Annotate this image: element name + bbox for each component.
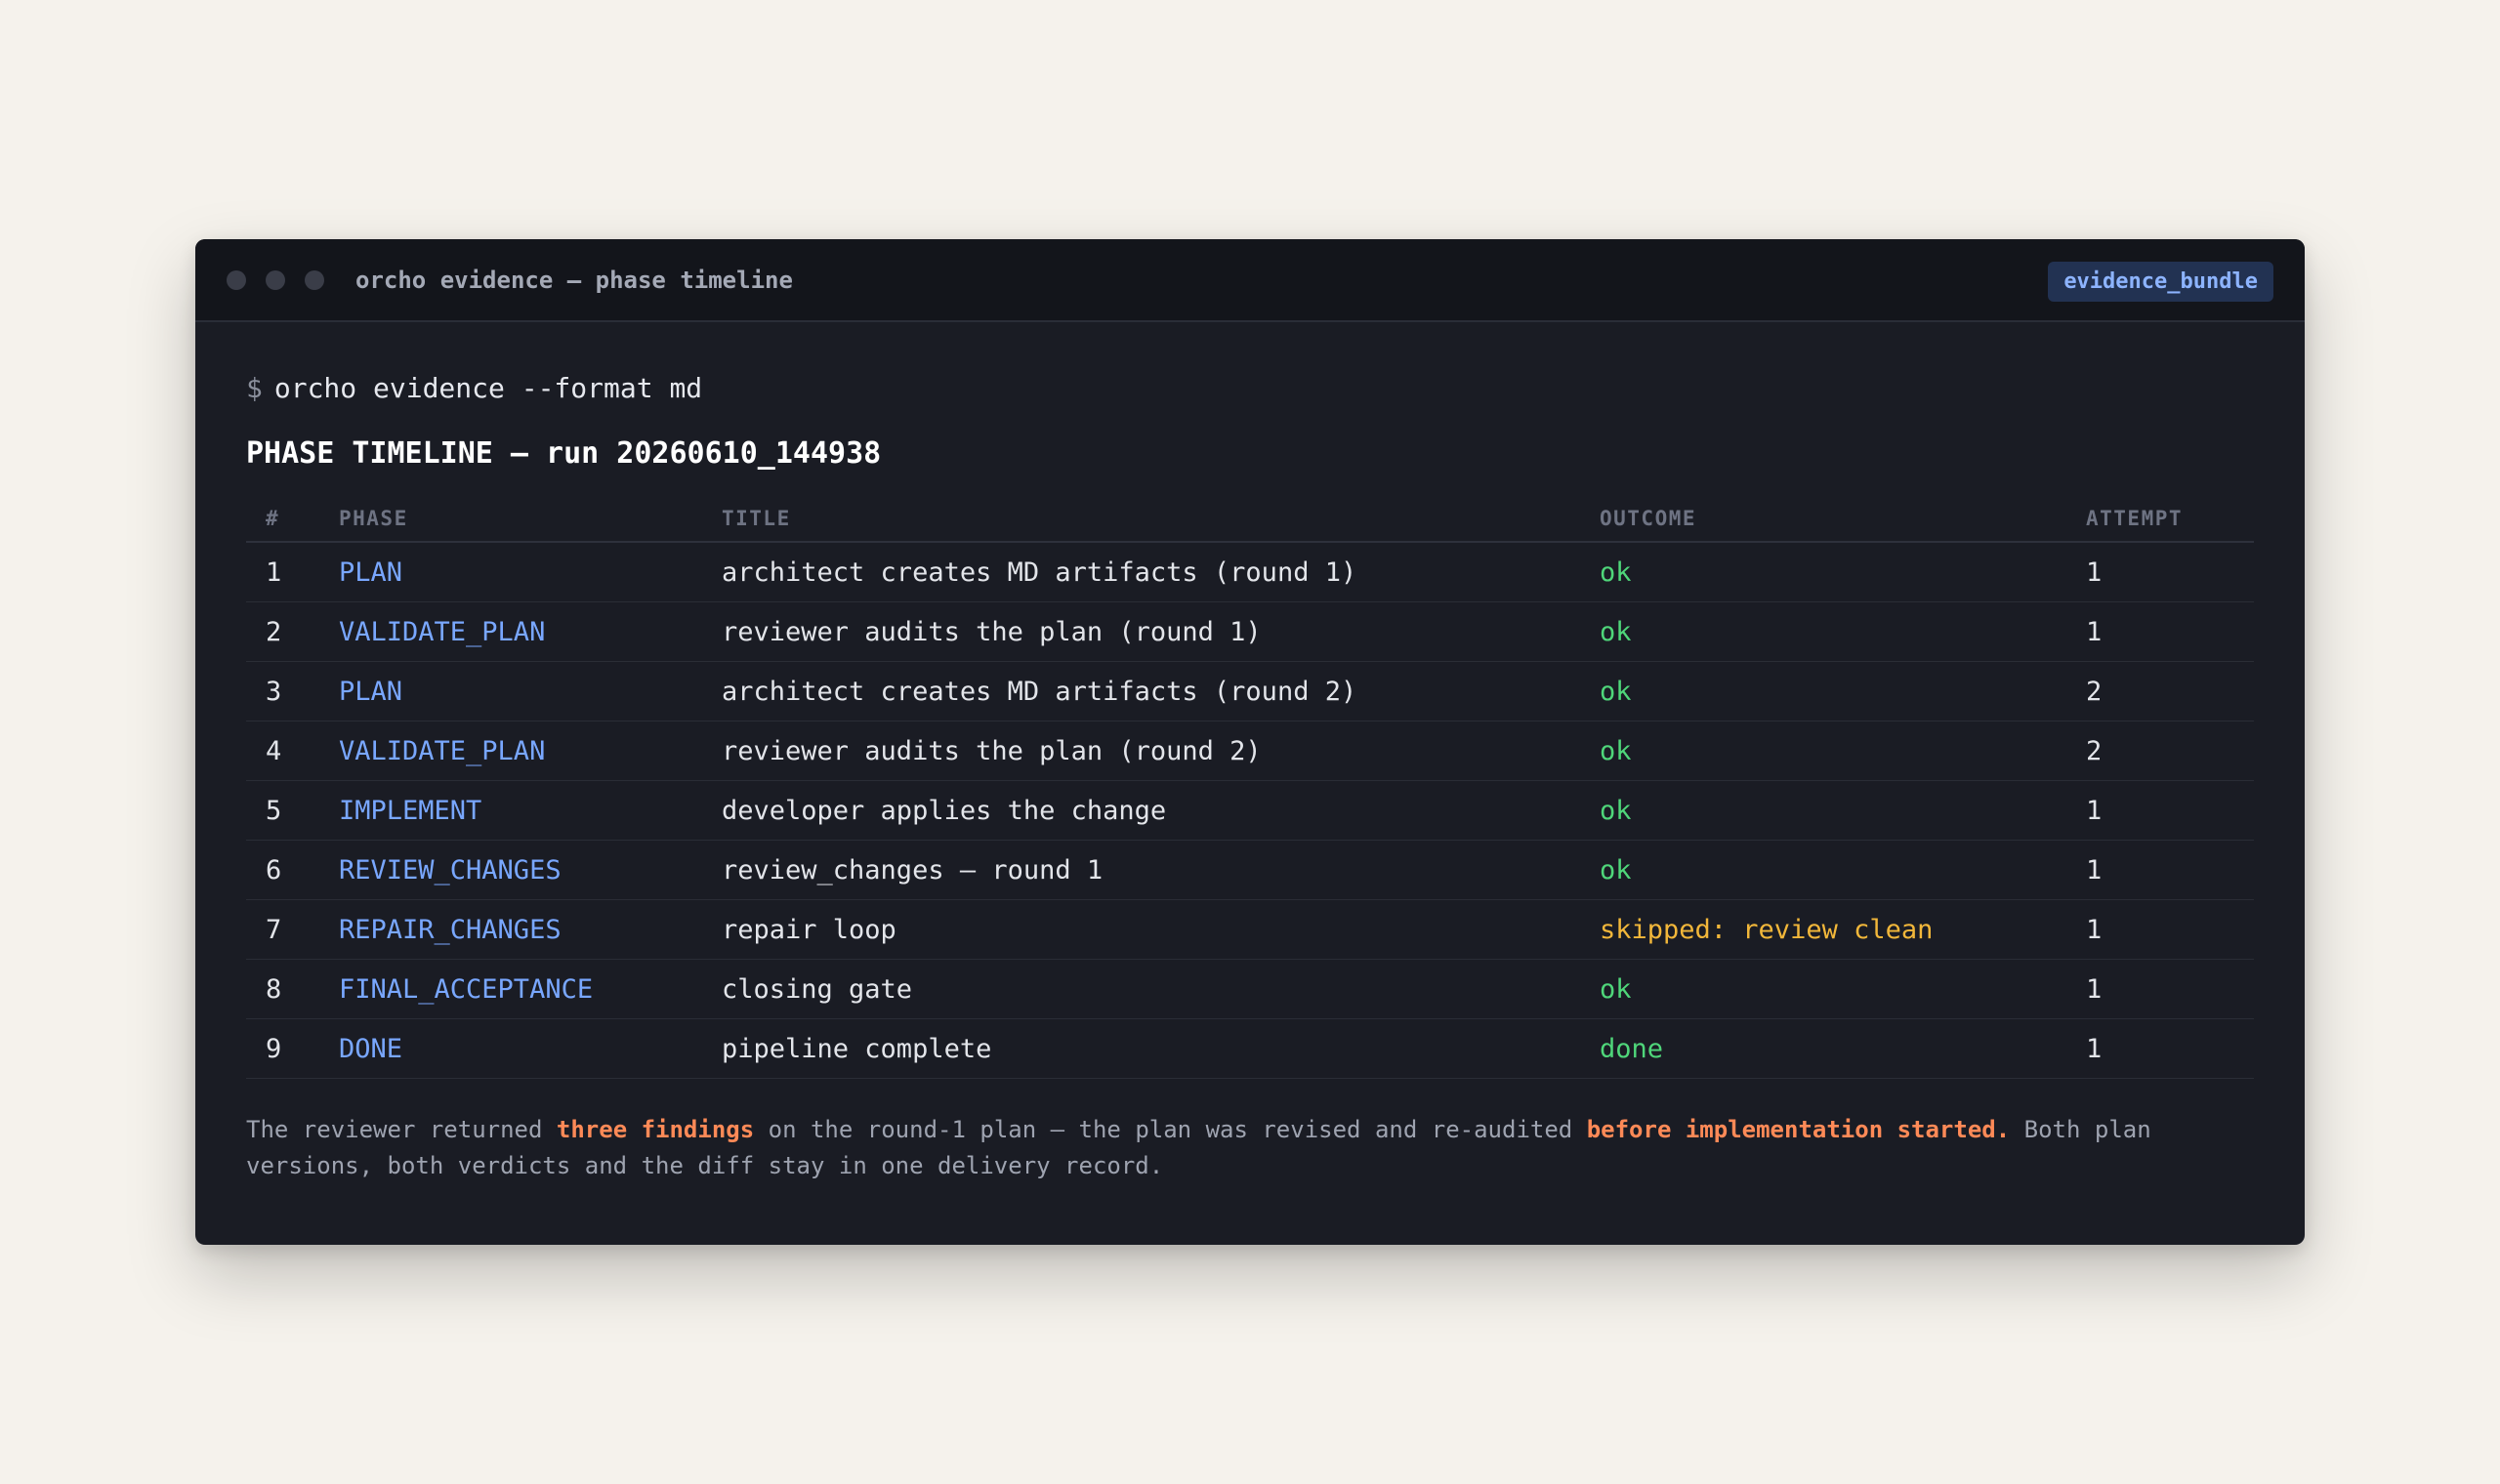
- header-num: #: [246, 496, 319, 543]
- note-highlight-before-implementation: before implementation started.: [1586, 1116, 2011, 1143]
- terminal-window: orcho evidence — phase timeline evidence…: [195, 239, 2305, 1245]
- row-title: reviewer audits the plan (round 1): [702, 601, 1580, 662]
- header-title: TITLE: [702, 496, 1580, 543]
- row-phase: PLAN: [319, 542, 702, 602]
- table-row: 2 VALIDATE_PLAN reviewer audits the plan…: [246, 601, 2254, 662]
- row-num: 9: [246, 1018, 319, 1079]
- row-phase: VALIDATE_PLAN: [319, 601, 702, 662]
- row-num: 1: [246, 542, 319, 602]
- evidence-bundle-badge: evidence_bundle: [2048, 262, 2273, 302]
- row-attempt: 1: [2066, 542, 2254, 602]
- row-outcome: done: [1580, 1018, 2066, 1079]
- row-num: 3: [246, 661, 319, 721]
- row-phase: VALIDATE_PLAN: [319, 721, 702, 781]
- table-row: 7 REPAIR_CHANGES repair loop skipped: re…: [246, 899, 2254, 960]
- minimize-dot-icon[interactable]: [266, 269, 285, 290]
- row-outcome: ok: [1580, 780, 2066, 841]
- row-num: 8: [246, 959, 319, 1019]
- row-attempt: 1: [2066, 899, 2254, 960]
- row-num: 5: [246, 780, 319, 841]
- command-text: orcho evidence --format md: [273, 372, 703, 404]
- row-phase: REPAIR_CHANGES: [319, 899, 702, 960]
- row-attempt: 1: [2066, 601, 2254, 662]
- row-phase: DONE: [319, 1018, 702, 1079]
- table-header-row: # PHASE TITLE OUTCOME ATTEMPT: [246, 496, 2254, 543]
- row-attempt: 1: [2066, 1018, 2254, 1079]
- summary-note: The reviewer returned three findings on …: [246, 1112, 2254, 1184]
- row-title: repair loop: [702, 899, 1580, 960]
- note-highlight-findings: three findings: [556, 1116, 755, 1143]
- row-title: closing gate: [702, 959, 1580, 1019]
- row-attempt: 1: [2066, 840, 2254, 900]
- table-row: 4 VALIDATE_PLAN reviewer audits the plan…: [246, 721, 2254, 781]
- row-num: 4: [246, 721, 319, 781]
- terminal-content: $ orcho evidence --format md PHASE TIMELI…: [195, 322, 2305, 1184]
- row-num: 7: [246, 899, 319, 960]
- table-row: 5 IMPLEMENT developer applies the change…: [246, 780, 2254, 841]
- row-outcome: ok: [1580, 661, 2066, 721]
- row-outcome: skipped: review clean: [1580, 899, 2066, 960]
- row-attempt: 2: [2066, 721, 2254, 781]
- row-phase: PLAN: [319, 661, 702, 721]
- table-row: 1 PLAN architect creates MD artifacts (r…: [246, 542, 2254, 602]
- row-title: architect creates MD artifacts (round 2): [702, 661, 1580, 721]
- row-phase: REVIEW_CHANGES: [319, 840, 702, 900]
- row-outcome: ok: [1580, 959, 2066, 1019]
- table-row: 9 DONE pipeline complete done 1: [246, 1018, 2254, 1079]
- phase-timeline-table: # PHASE TITLE OUTCOME ATTEMPT 1 PLAN arc…: [246, 496, 2254, 1079]
- row-outcome: ok: [1580, 601, 2066, 662]
- timeline-heading: PHASE TIMELINE — run 20260610_144938: [246, 436, 882, 471]
- row-attempt: 1: [2066, 959, 2254, 1019]
- close-dot-icon[interactable]: [227, 269, 246, 290]
- row-title: architect creates MD artifacts (round 1): [702, 542, 1580, 602]
- row-title: pipeline complete: [702, 1018, 1580, 1079]
- window-controls: [227, 269, 324, 290]
- row-outcome: ok: [1580, 840, 2066, 900]
- command-line: $ orcho evidence --format md: [246, 369, 2254, 408]
- row-title: reviewer audits the plan (round 2): [702, 721, 1580, 781]
- row-title: developer applies the change: [702, 780, 1580, 841]
- row-outcome: ok: [1580, 542, 2066, 602]
- row-phase: FINAL_ACCEPTANCE: [319, 959, 702, 1019]
- table-row: 6 REVIEW_CHANGES review_changes — round …: [246, 840, 2254, 900]
- prompt-symbol: $: [246, 372, 263, 404]
- row-attempt: 2: [2066, 661, 2254, 721]
- row-title: review_changes — round 1: [702, 840, 1580, 900]
- header-attempt: ATTEMPT: [2066, 496, 2254, 543]
- title-bar: orcho evidence — phase timeline evidence…: [195, 239, 2305, 322]
- row-phase: IMPLEMENT: [319, 780, 702, 841]
- table-row: 3 PLAN architect creates MD artifacts (r…: [246, 661, 2254, 721]
- row-outcome: ok: [1580, 721, 2066, 781]
- window-title: orcho evidence — phase timeline: [355, 266, 793, 294]
- row-attempt: 1: [2066, 780, 2254, 841]
- maximize-dot-icon[interactable]: [305, 269, 324, 290]
- header-outcome: OUTCOME: [1580, 496, 2066, 543]
- row-num: 2: [246, 601, 319, 662]
- row-num: 6: [246, 840, 319, 900]
- table-row: 8 FINAL_ACCEPTANCE closing gate ok 1: [246, 959, 2254, 1019]
- note-text-2: on the round-1 plan — the plan was revis…: [754, 1116, 1587, 1143]
- header-phase: PHASE: [319, 496, 702, 543]
- note-text-1: The reviewer returned: [246, 1116, 557, 1143]
